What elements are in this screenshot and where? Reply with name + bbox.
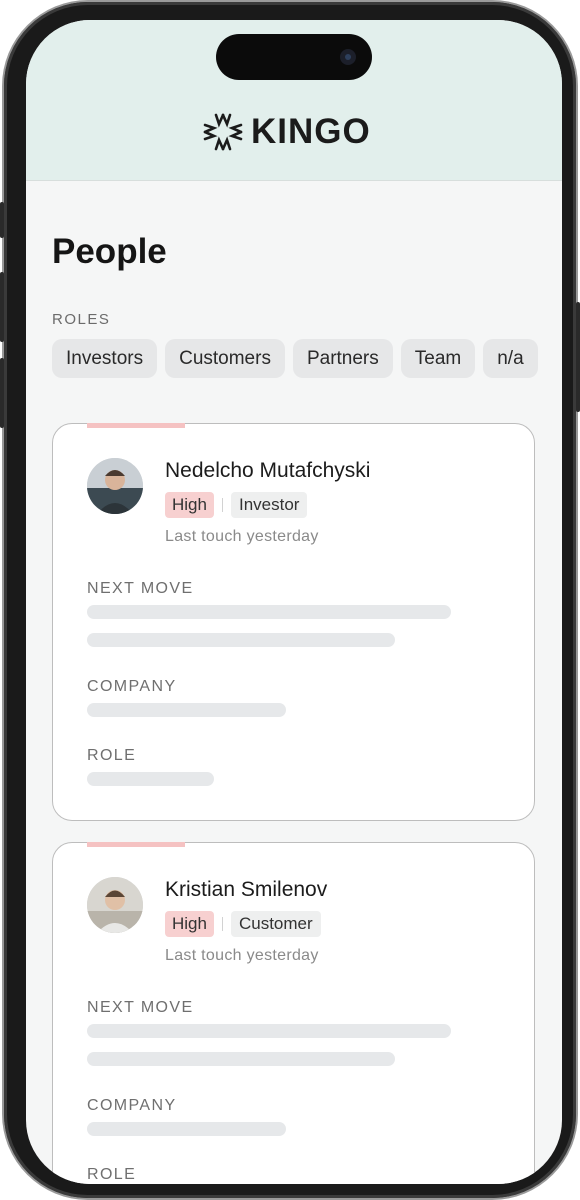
phone-frame: KINGO People ROLES Investors Customers P… [0,2,580,1198]
person-tags: High Investor [165,492,308,518]
volume-down-button [0,358,4,428]
kingo-burst-logo-icon [203,113,243,151]
company-label: COMPANY [87,1097,177,1114]
role-placeholder [87,772,214,786]
page-title: People [52,232,167,271]
role-filter-chips: Investors Customers Partners Team n/a [52,339,538,378]
person-name[interactable]: Kristian Smilenov [165,878,327,902]
action-button [0,202,4,238]
company-placeholder [87,1122,286,1136]
company-placeholder [87,703,286,717]
last-touch-text: Last touch yesterday [165,528,319,545]
company-label: COMPANY [87,678,177,695]
role-label: ROLE [87,747,137,764]
app-header: KINGO [26,20,562,181]
next-move-label: NEXT MOVE [87,999,194,1016]
brand-logo[interactable]: KINGO [201,110,371,154]
app-screen: KINGO People ROLES Investors Customers P… [26,20,562,1184]
role-badge: Investor [230,492,308,518]
tag-divider [221,917,223,931]
person-card[interactable]: Nedelcho Mutafchyski High Investor Last … [52,423,535,821]
role-chip-partners[interactable]: Partners [292,339,393,378]
person-tags: High Customer [165,911,321,937]
role-chip-na[interactable]: n/a [483,339,538,378]
role-chip-investors[interactable]: Investors [52,339,158,378]
roles-label: ROLES [52,311,111,328]
next-move-placeholder [87,605,451,619]
role-badge: Customer [230,911,321,937]
power-button [576,302,580,412]
person-photo-icon [87,458,143,514]
priority-accent-bar [87,423,185,428]
next-move-placeholder [87,1052,395,1066]
role-chip-customers[interactable]: Customers [165,339,285,378]
next-move-label: NEXT MOVE [87,580,194,597]
front-camera-icon [340,49,356,65]
last-touch-text: Last touch yesterday [165,947,319,964]
priority-accent-bar [87,842,185,847]
dynamic-island [216,34,372,80]
person-name[interactable]: Nedelcho Mutafchyski [165,459,370,483]
role-label: ROLE [87,1166,137,1183]
tag-divider [221,498,223,512]
priority-badge: High [165,911,214,937]
role-chip-team[interactable]: Team [400,339,476,378]
volume-up-button [0,272,4,342]
avatar[interactable] [87,458,143,514]
next-move-placeholder [87,1024,451,1038]
next-move-placeholder [87,633,395,647]
person-card[interactable]: Kristian Smilenov High Customer Last tou… [52,842,535,1184]
priority-badge: High [165,492,214,518]
brand-name: KINGO [251,112,371,151]
avatar[interactable] [87,877,143,933]
person-photo-icon [87,877,143,933]
